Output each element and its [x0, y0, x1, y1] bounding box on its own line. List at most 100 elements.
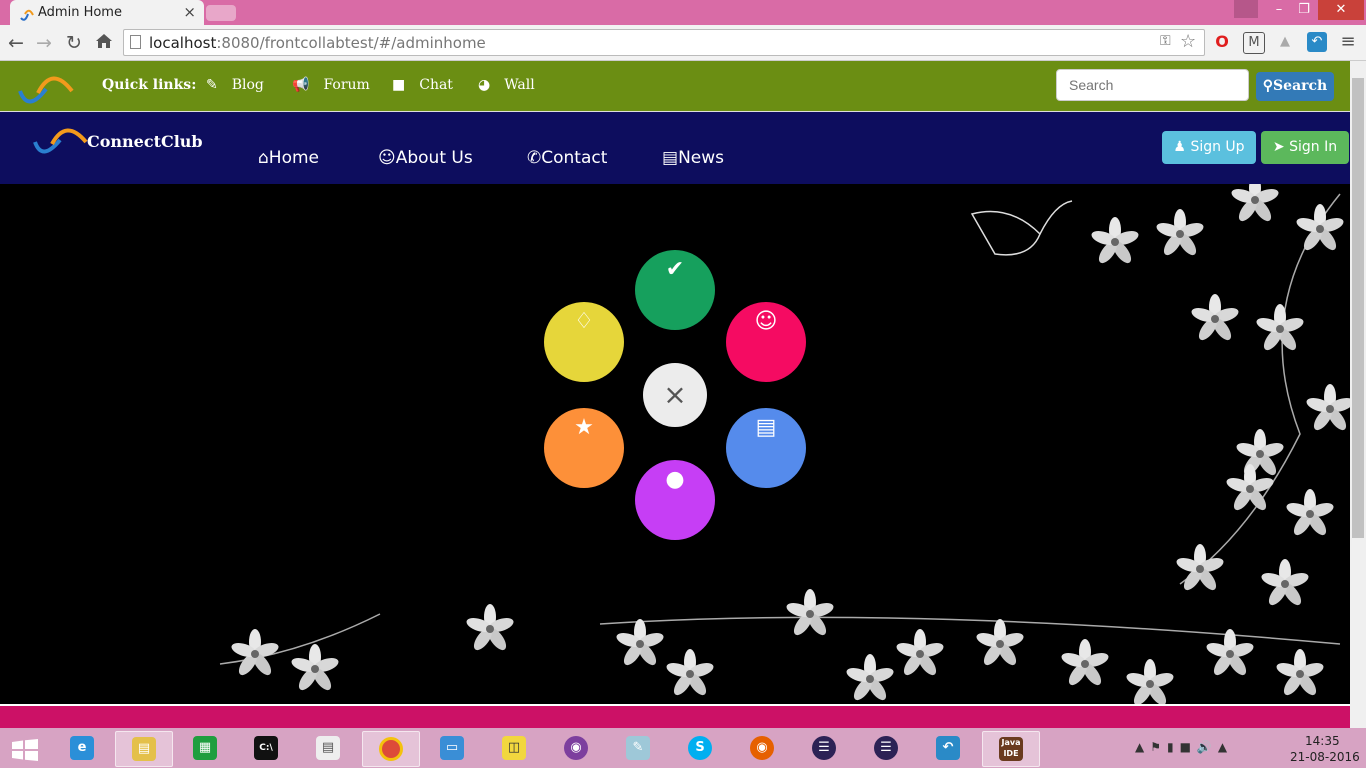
- taskbar-github[interactable]: ◉: [548, 731, 604, 765]
- windows-taskbar: e ▤ ▦ C:\ ▤ ▭ ◫ ◉ ✎ S ◉ ☰ ☰ ↶ Java IDE ▲⚑…: [0, 728, 1366, 768]
- notepad-icon: ✎: [626, 736, 650, 760]
- taskbar-database[interactable]: ◫: [486, 731, 542, 765]
- store-icon: ▦: [193, 736, 217, 760]
- start-button[interactable]: [0, 731, 56, 765]
- check-icon: ✔: [665, 257, 685, 282]
- key-icon[interactable]: ⚿: [1160, 33, 1171, 49]
- quicklink-blog[interactable]: ✎ Blog: [206, 77, 264, 93]
- eclipse-icon: ☰: [812, 736, 836, 760]
- phone-icon: ✆: [527, 148, 542, 168]
- taskbar-internet-explorer[interactable]: e: [54, 731, 110, 765]
- logo-icon[interactable]: [16, 71, 74, 113]
- user-profile-icon[interactable]: [1234, 0, 1258, 18]
- menu-item-news[interactable]: ▤: [726, 408, 806, 488]
- monitor-icon: ▭: [440, 736, 464, 760]
- nav-label: Home: [268, 148, 319, 168]
- sign-in-button[interactable]: ➤ Sign In: [1261, 131, 1349, 164]
- search-input[interactable]: [1056, 69, 1249, 101]
- clock-time[interactable]: 14:35: [1305, 734, 1340, 748]
- menu-toggle-close-button[interactable]: ×: [643, 363, 707, 427]
- page-icon: [130, 35, 141, 49]
- url-host: localhost: [149, 34, 217, 52]
- comments-icon: ●: [665, 467, 685, 492]
- menu-item-check[interactable]: ✔: [635, 250, 715, 330]
- comment-icon: ■: [392, 77, 406, 93]
- brand-logo-icon[interactable]: [32, 124, 88, 162]
- address-bar[interactable]: localhost:8080/frontcollabtest/#/adminho…: [123, 29, 1205, 56]
- nav-news[interactable]: ▤News: [662, 148, 724, 168]
- quicklink-label: Blog: [231, 77, 264, 93]
- menu-item-star[interactable]: ★: [544, 408, 624, 488]
- taskbar-ide[interactable]: ↶: [920, 731, 976, 765]
- firefox-icon: ◉: [750, 736, 774, 760]
- taskbar-eclipse-2[interactable]: ☰: [858, 731, 914, 765]
- nav-home[interactable]: ⌂Home: [258, 148, 319, 168]
- back-arrow-icon[interactable]: ←: [8, 32, 24, 54]
- search-button[interactable]: ⚲Search: [1256, 72, 1334, 101]
- taskbar-store[interactable]: ▦: [177, 731, 233, 765]
- star-icon: ★: [574, 415, 594, 440]
- taskbar-command-prompt[interactable]: C:\: [238, 731, 294, 765]
- shield-extension-icon[interactable]: M: [1243, 32, 1265, 54]
- book-icon: ▤: [316, 736, 340, 760]
- nav-label: Contact: [541, 148, 608, 168]
- taskbar-eclipse[interactable]: ☰: [796, 731, 852, 765]
- taskbar-java-ee-ide[interactable]: Java IDE: [982, 731, 1040, 767]
- quicklink-label: Chat: [419, 77, 453, 93]
- nav-contact[interactable]: ✆Contact: [527, 148, 607, 168]
- log-in-icon: ➤: [1272, 139, 1290, 155]
- skype-icon: S: [688, 736, 712, 760]
- menu-item-chat[interactable]: ●: [635, 460, 715, 540]
- taskbar-remote-desktop[interactable]: ▭: [424, 731, 480, 765]
- brand-name[interactable]: ConnectClub: [87, 132, 203, 151]
- ide-icon: ↶: [936, 736, 960, 760]
- home-icon[interactable]: [95, 33, 113, 53]
- forward-arrow-icon[interactable]: →: [36, 32, 52, 54]
- folder-icon: ▤: [132, 737, 156, 761]
- minimize-button[interactable]: –: [1265, 0, 1293, 20]
- taskbar-chrome[interactable]: [362, 731, 420, 767]
- system-tray[interactable]: ▲⚑▮■🔊▲: [1135, 740, 1233, 754]
- quicklink-chat[interactable]: ■ Chat: [392, 77, 453, 93]
- extension-icon[interactable]: ↶: [1307, 32, 1327, 52]
- eclipse-icon: ☰: [874, 736, 898, 760]
- taskbar-firefox[interactable]: ◉: [734, 731, 790, 765]
- tab-close-icon[interactable]: ×: [183, 3, 196, 21]
- browser-tab[interactable]: Admin Home ×: [10, 0, 204, 25]
- favicon-icon: [20, 6, 34, 25]
- close-window-button[interactable]: ✕: [1318, 0, 1364, 20]
- search-icon: ⚲: [1262, 78, 1274, 94]
- quicklink-forum[interactable]: 📢 Forum: [292, 77, 370, 93]
- smile-icon: ☺: [378, 148, 396, 168]
- clock-date[interactable]: 21-08-2016: [1290, 750, 1360, 764]
- taskbar-file-explorer[interactable]: ▤: [115, 731, 173, 767]
- new-tab-button[interactable]: [206, 5, 236, 21]
- bookmark-star-icon[interactable]: ☆: [1180, 31, 1196, 52]
- terminal-icon: C:\: [254, 736, 278, 760]
- chrome-menu-icon[interactable]: ≡: [1338, 32, 1358, 52]
- menu-item-diamond[interactable]: ♢: [544, 302, 624, 382]
- browser-tab-strip: [0, 0, 1366, 25]
- taskbar-notepad[interactable]: ✎: [610, 731, 666, 765]
- nav-about-us[interactable]: ☺About Us: [378, 148, 473, 168]
- menu-item-users[interactable]: ☺: [726, 302, 806, 382]
- sign-up-button[interactable]: ♟ Sign Up: [1162, 131, 1256, 164]
- diamond-icon: ♢: [574, 309, 594, 334]
- taskbar-reader[interactable]: ▤: [300, 731, 356, 765]
- sign-up-label: Sign Up: [1190, 139, 1245, 155]
- scrollbar-thumb[interactable]: [1352, 78, 1364, 538]
- users-icon: ☺: [754, 309, 778, 334]
- taskbar-skype[interactable]: S: [672, 731, 728, 765]
- page-footer: [0, 704, 1350, 730]
- newspaper-icon: ▤: [662, 148, 679, 168]
- drive-icon[interactable]: ▲: [1275, 32, 1295, 52]
- dashboard-icon: ◕: [478, 77, 491, 93]
- opera-icon[interactable]: O: [1212, 32, 1232, 52]
- ie-icon: e: [70, 736, 94, 760]
- quicklink-wall[interactable]: ◕ Wall: [478, 77, 535, 93]
- maximize-button[interactable]: ❐: [1290, 0, 1318, 20]
- reload-icon[interactable]: ↻: [66, 32, 82, 54]
- chrome-icon: [379, 737, 403, 761]
- search-button-label: Search: [1273, 78, 1328, 94]
- url-path: :8080/frontcollabtest/#/adminhome: [216, 34, 486, 52]
